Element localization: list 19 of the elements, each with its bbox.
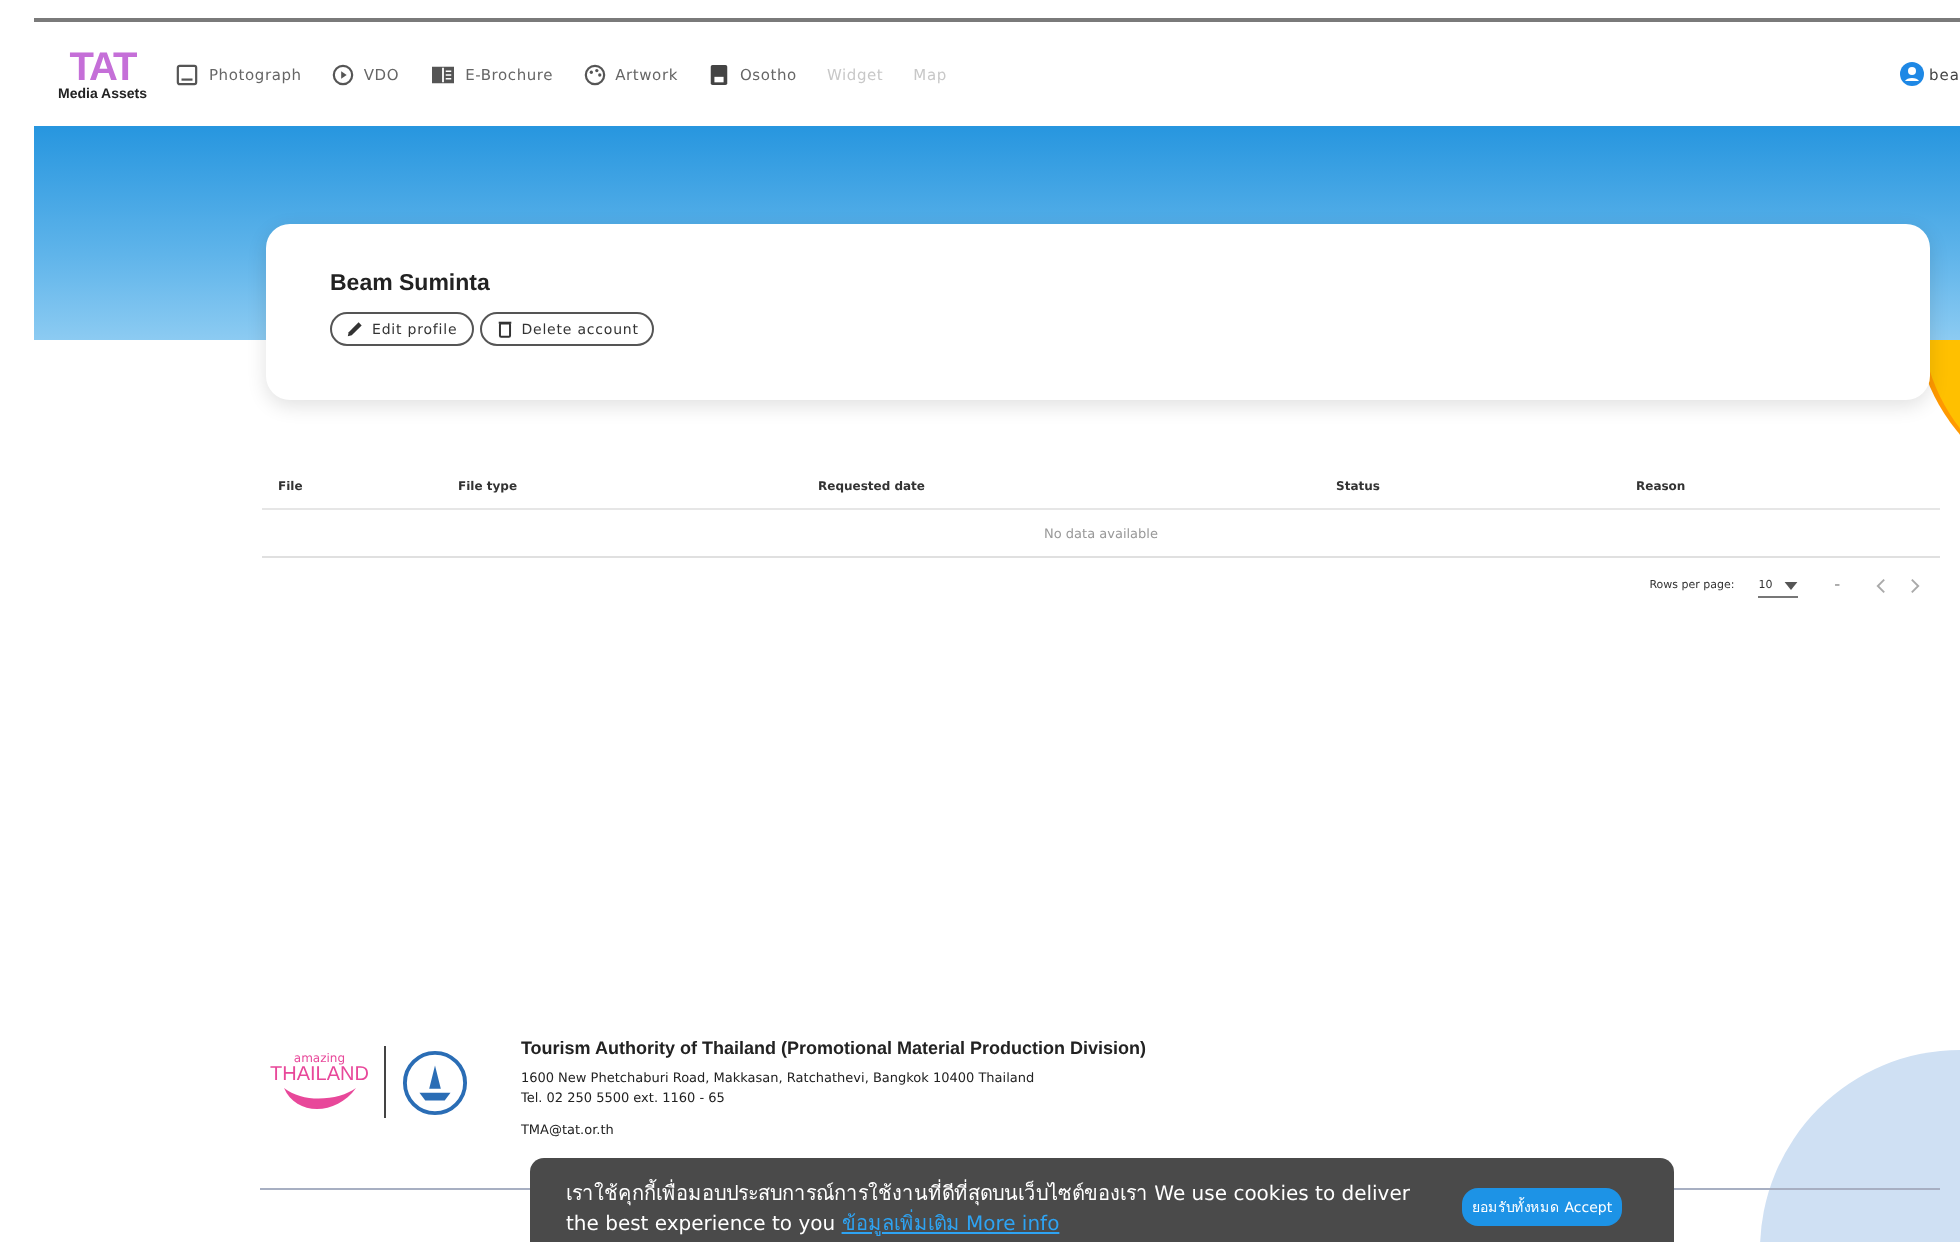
book-icon	[429, 63, 456, 85]
play-icon	[331, 63, 354, 85]
image-icon	[176, 63, 199, 85]
seal-icon	[402, 1049, 469, 1115]
document-icon	[707, 63, 730, 85]
cookie-message: เราใช้คุกกี้เพื่อมอบประสบการณ์การใช้งานที่ดีที่สุดบนเว็บไซต์ของเรา We use cookies to deliver the best experience to you ข้อมูลเพิ่มเติม More info	[566, 1180, 1426, 1240]
previous-page-icon[interactable]	[1876, 578, 1886, 594]
user-avatar-icon[interactable]	[1899, 62, 1924, 86]
more-info-link[interactable]: ข้อมูลเพิ่มเติม More info	[841, 1214, 1060, 1236]
swoosh-icon	[279, 1085, 360, 1113]
logo-mark: TAT	[69, 47, 136, 87]
organization-name: Tourism Authority of Thailand (Promotional Material Production Division)	[520, 1038, 1146, 1058]
dropdown-caret-icon	[1784, 581, 1799, 589]
pencil-icon	[346, 320, 364, 338]
brand-wordmark: THAILAND	[270, 1065, 369, 1085]
next-page-icon[interactable]	[1910, 578, 1920, 594]
palette-icon	[583, 63, 606, 85]
trash-icon	[495, 320, 514, 338]
profile-name: Beam Suminta	[330, 272, 492, 296]
